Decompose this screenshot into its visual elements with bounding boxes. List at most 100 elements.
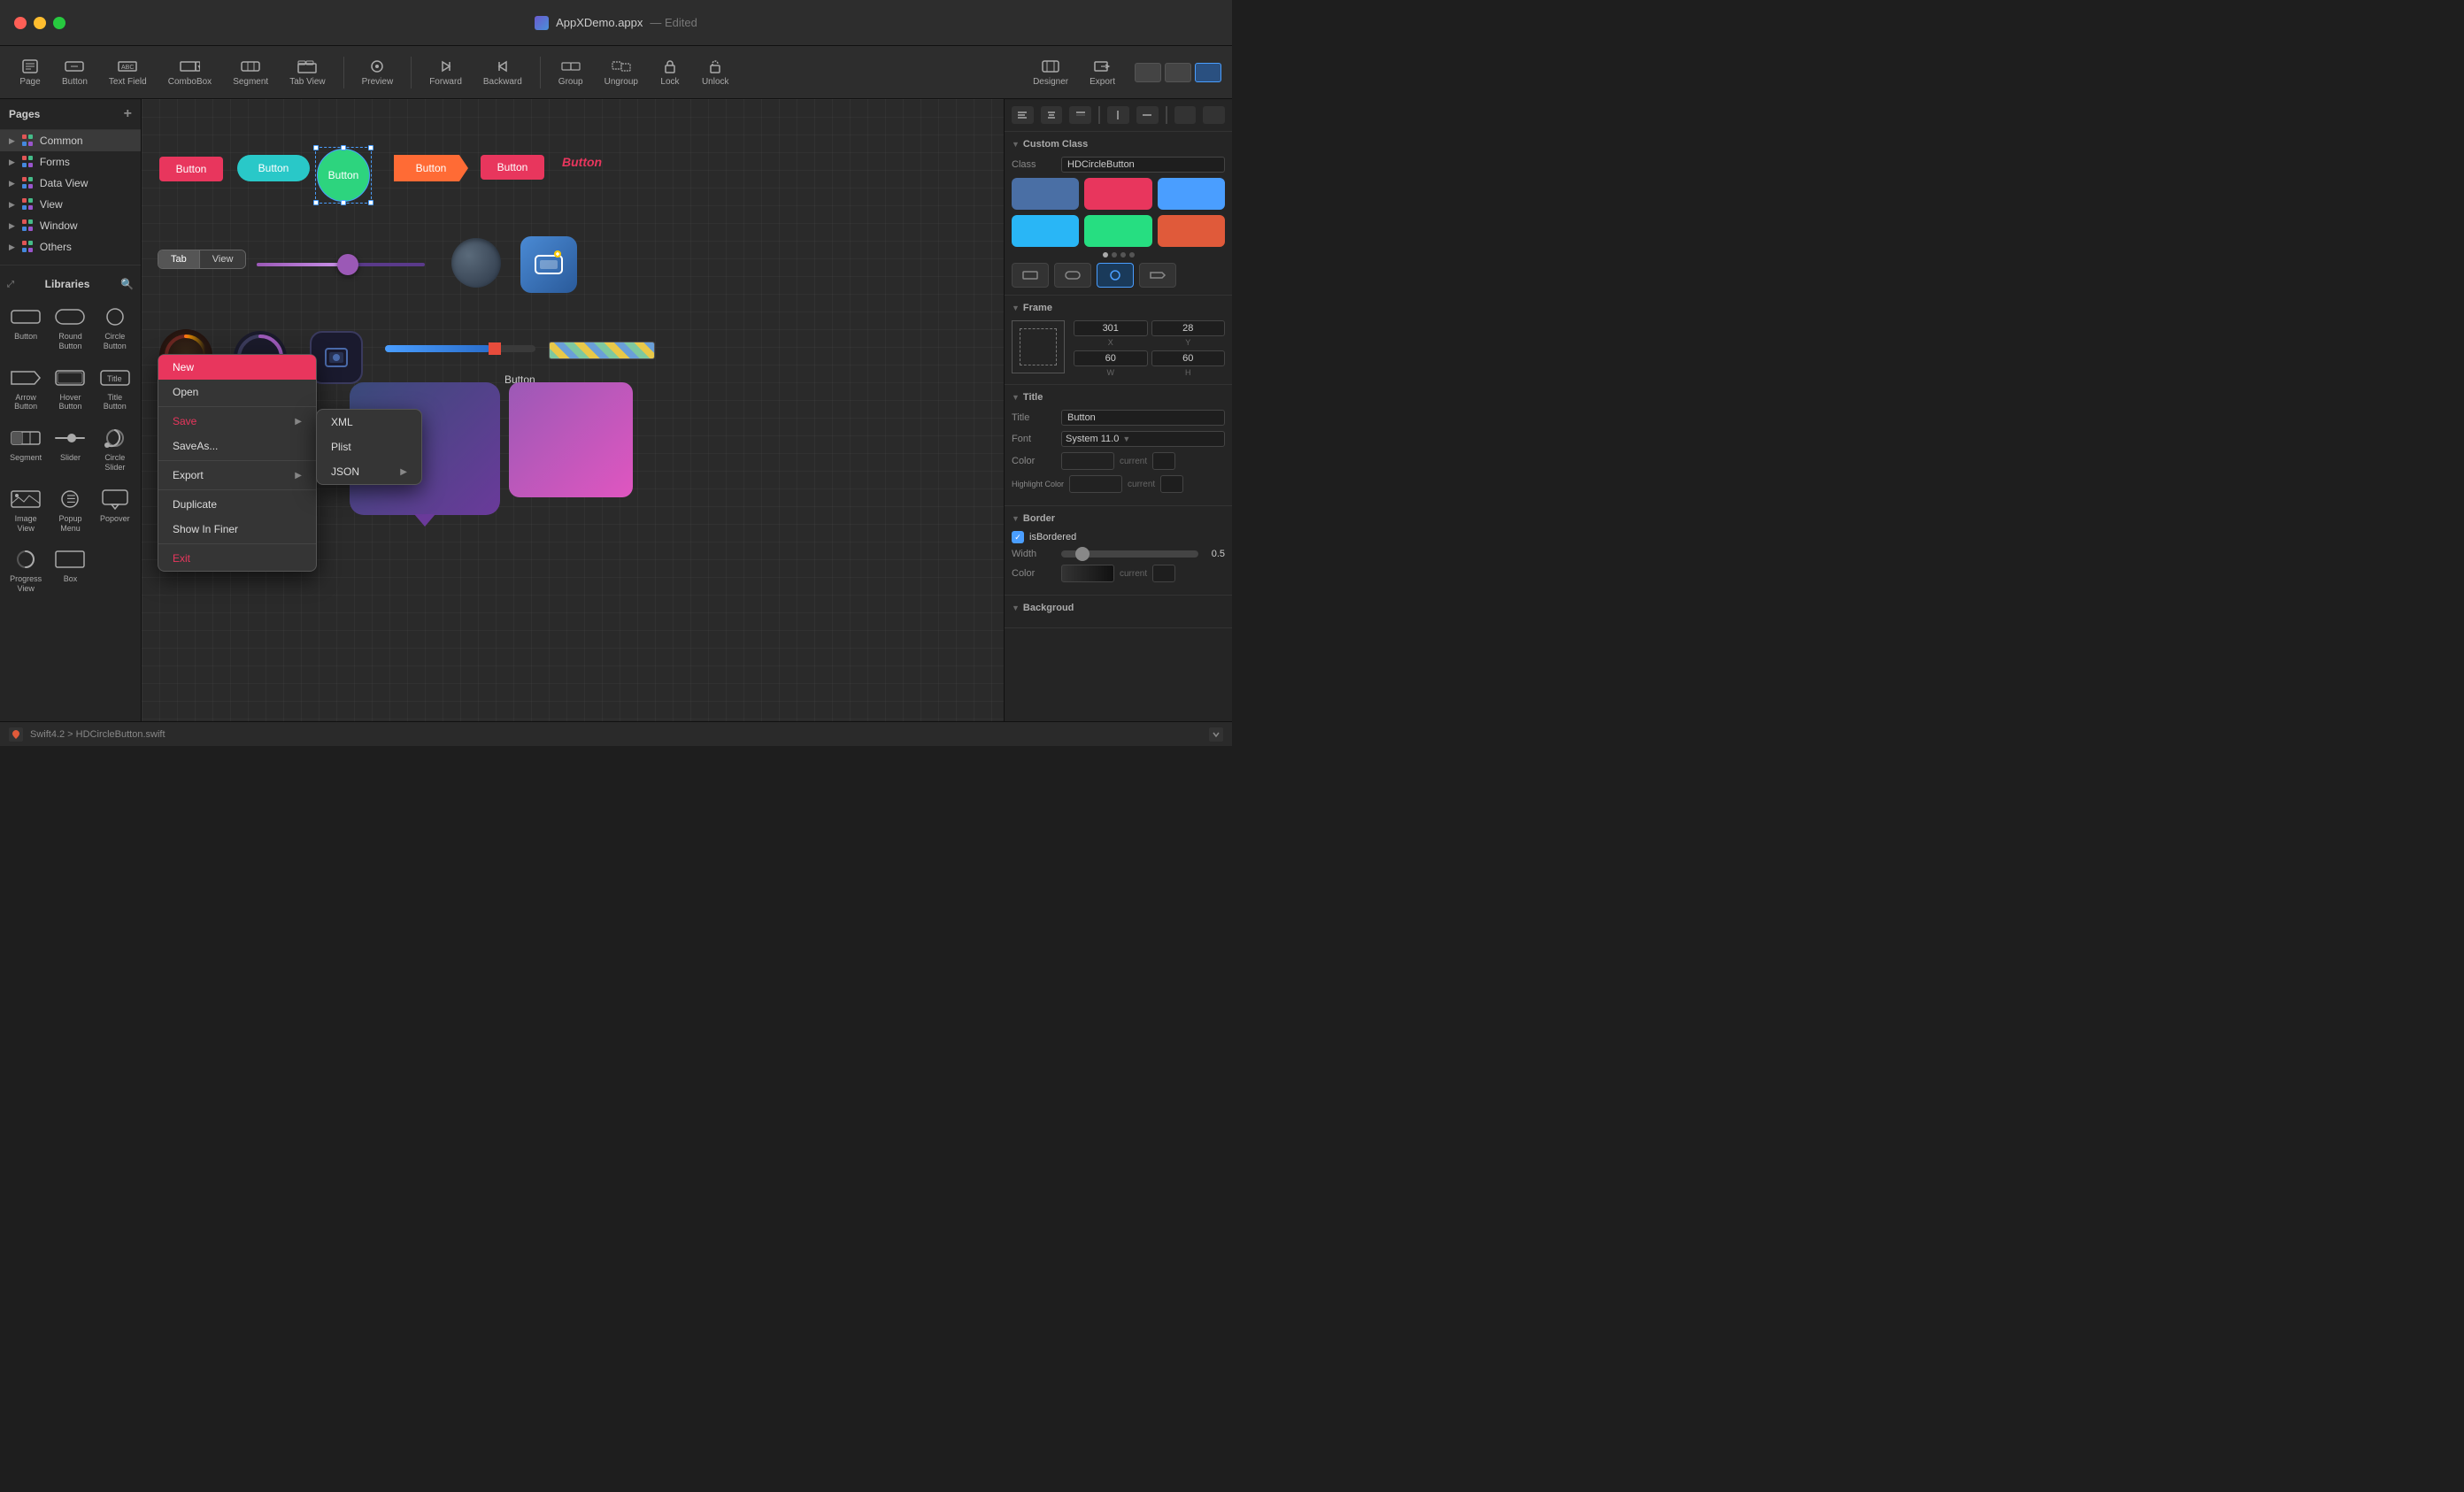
context-menu-export[interactable]: Export ▶ (158, 463, 316, 488)
distribute-h-btn[interactable] (1107, 106, 1129, 124)
border-width-slider[interactable] (1061, 550, 1198, 558)
color-dot-2[interactable] (1112, 252, 1117, 258)
lib-progress-view[interactable]: Progress View (5, 542, 46, 599)
class-value[interactable]: HDCircleButton (1061, 157, 1225, 173)
color-picker-btn[interactable] (1152, 452, 1175, 470)
canvas-segment-view[interactable]: View (200, 250, 246, 268)
close-button[interactable] (14, 17, 27, 29)
color-preview[interactable] (1061, 452, 1114, 470)
toolbar-ungroup[interactable]: Ungroup (596, 55, 647, 90)
color-dot-3[interactable] (1120, 252, 1126, 258)
shape-btn-arrow[interactable] (1139, 263, 1176, 288)
color-dot-1[interactable] (1103, 252, 1108, 258)
toolbar-tabview[interactable]: Tab View (281, 55, 334, 90)
canvas-segment[interactable]: Tab View (158, 250, 246, 269)
canvas-button-circle[interactable]: Button (317, 149, 370, 202)
win-ctrl-2[interactable] (1165, 63, 1191, 82)
canvas-sticker[interactable] (520, 236, 577, 293)
toolbar-textfield[interactable]: ABC Text Field (100, 55, 156, 90)
sidebar-item-view[interactable]: ▶ View (0, 194, 141, 215)
lib-title-button[interactable]: Title Title Button (95, 360, 135, 418)
canvas-button-teal[interactable]: Button (237, 155, 310, 181)
is-bordered-checkbox[interactable]: ✓ (1012, 531, 1024, 543)
align-left-btn[interactable] (1012, 106, 1034, 124)
toolbar-backward[interactable]: Backward (474, 55, 531, 90)
canvas-segment-tab[interactable]: Tab (158, 250, 200, 268)
canvas-slider-thumb[interactable] (337, 254, 358, 275)
lib-button[interactable]: Button (5, 299, 46, 357)
context-menu-new[interactable]: New (158, 355, 316, 380)
context-menu-show-in-finder[interactable]: Show In Finer (158, 517, 316, 542)
panel-nav-prev[interactable] (1174, 106, 1197, 124)
color-swatch-2[interactable] (1084, 178, 1151, 210)
submenu-xml[interactable]: XML (317, 410, 421, 435)
toolbar-combobox[interactable]: ▼ ComboBox (159, 55, 220, 90)
lib-circle-button[interactable]: Circle Button (95, 299, 135, 357)
shape-btn-pill[interactable] (1054, 263, 1091, 288)
toolbar-segment[interactable]: Segment (224, 55, 277, 90)
frame-w-value[interactable]: 60 (1074, 350, 1148, 366)
canvas-circle-dark[interactable] (451, 238, 501, 288)
lib-slider[interactable]: Slider (50, 420, 90, 478)
color-swatch-6[interactable] (1158, 215, 1225, 247)
sidebar-item-dataview[interactable]: ▶ Data View (0, 173, 141, 194)
canvas[interactable]: Button Button Button Button Button Butto… (142, 99, 1004, 721)
canvas-icon-button[interactable] (310, 331, 363, 384)
toolbar-forward[interactable]: Forward (420, 55, 471, 90)
add-page-button[interactable]: + (124, 106, 132, 122)
highlight-color-preview[interactable] (1069, 475, 1122, 493)
toolbar-designer[interactable]: Designer (1024, 55, 1077, 90)
toolbar-unlock[interactable]: Unlock (693, 55, 738, 90)
color-swatch-5[interactable] (1084, 215, 1151, 247)
minimize-button[interactable] (34, 17, 46, 29)
context-menu-save[interactable]: Save ▶ XML Plist JSON ▶ (158, 409, 316, 434)
win-ctrl-3[interactable] (1195, 63, 1221, 82)
toolbar-export[interactable]: Export (1081, 55, 1124, 90)
shape-btn-rect[interactable] (1012, 263, 1049, 288)
align-right-btn[interactable] (1069, 106, 1091, 124)
lib-arrow-button[interactable]: Arrow Button (5, 360, 46, 418)
fullscreen-button[interactable] (53, 17, 65, 29)
sidebar-item-common[interactable]: ▶ Common (0, 130, 141, 151)
canvas-progress-dot[interactable] (489, 342, 501, 355)
sidebar-item-others[interactable]: ▶ Others (0, 236, 141, 258)
toolbar-lock[interactable]: Lock (651, 55, 689, 90)
lib-box[interactable]: Box (50, 542, 90, 599)
align-center-btn[interactable] (1041, 106, 1063, 124)
frame-x-value[interactable]: 301 (1074, 320, 1148, 336)
toolbar-page[interactable]: Page (11, 55, 50, 90)
sidebar-item-window[interactable]: ▶ Window (0, 215, 141, 236)
canvas-button-italic[interactable]: Button (562, 155, 602, 169)
frame-y-value[interactable]: 28 (1151, 320, 1226, 336)
lib-popover[interactable]: Popover (95, 481, 135, 539)
submenu-plist[interactable]: Plist (317, 435, 421, 459)
color-swatch-3[interactable] (1158, 178, 1225, 210)
lib-round-button[interactable]: Round Button (50, 299, 90, 357)
frame-h-value[interactable]: 60 (1151, 350, 1226, 366)
canvas-button-arrow[interactable]: Button (394, 155, 468, 181)
color-swatch-4[interactable] (1012, 215, 1079, 247)
lib-image-view[interactable]: Image View (5, 481, 46, 539)
color-swatch-1[interactable] (1012, 178, 1079, 210)
highlight-picker-btn[interactable] (1160, 475, 1183, 493)
border-width-thumb[interactable] (1075, 547, 1090, 561)
libraries-search[interactable]: 🔍 (120, 278, 134, 290)
context-menu-saveas[interactable]: SaveAs... (158, 434, 316, 458)
shape-btn-circle[interactable] (1097, 263, 1134, 288)
lib-popup-menu[interactable]: ☰ Popup Menu (50, 481, 90, 539)
breadcrumb-action-btn[interactable] (1209, 727, 1223, 742)
lib-hover-button[interactable]: Hover Button (50, 360, 90, 418)
title-value[interactable]: Button (1061, 410, 1225, 426)
canvas-button-pink2[interactable]: Button (481, 155, 544, 180)
context-menu-duplicate[interactable]: Duplicate (158, 492, 316, 517)
toolbar-button[interactable]: Button (53, 55, 96, 90)
toolbar-preview[interactable]: Preview (353, 55, 403, 90)
panel-nav-next[interactable] (1203, 106, 1225, 124)
border-color-preview[interactable] (1061, 565, 1114, 582)
distribute-v-btn[interactable] (1136, 106, 1159, 124)
context-menu-open[interactable]: Open (158, 380, 316, 404)
context-menu-exit[interactable]: Exit (158, 546, 316, 571)
canvas-purple-gradient-button[interactable] (509, 382, 633, 497)
font-select[interactable]: System 11.0 ▼ (1061, 431, 1225, 447)
border-color-picker-btn[interactable] (1152, 565, 1175, 582)
